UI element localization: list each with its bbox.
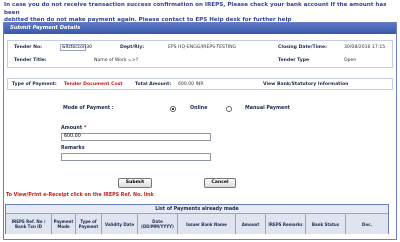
manual-payment-radio-label: Manual Payment	[245, 106, 290, 111]
cancel-button[interactable]: Cancel	[204, 178, 236, 188]
tender-type-label: Tender Type	[278, 58, 310, 63]
payments-table-title: List of Payments already made	[6, 205, 388, 214]
total-amount-label: Total Amount:	[135, 82, 172, 87]
tender-title-label: Tender Title:	[14, 58, 47, 63]
tender-title-value: Name of Work =>?	[94, 58, 139, 63]
amount-label-text: Amount	[61, 126, 83, 131]
total-amount-value: 600.00 INR	[178, 82, 204, 87]
closing-date-label: Closing Date/Time:	[278, 45, 327, 50]
column-header-amount: Amount	[236, 214, 266, 234]
notice-line-1: In case you do not receive transaction s…	[4, 2, 387, 16]
payments-table-header-row: IREPS Ref. No / Bank Txn ID Payment Mode…	[6, 214, 388, 234]
tender-type-value: Open	[344, 58, 357, 63]
tender-no-value: witsteccorr30	[60, 44, 92, 51]
column-header-date: Date (DD/MM/YYYY)	[138, 214, 178, 234]
mode-of-payment-label: Mode of Payment :	[63, 106, 114, 111]
amount-label: Amount *	[61, 126, 86, 132]
payment-type-value: Tender Document Cost	[64, 82, 123, 87]
amount-input[interactable]: 600.00	[61, 133, 211, 141]
submit-button[interactable]: Submit	[118, 178, 152, 188]
column-header-bank-status: Bank Status	[306, 214, 346, 234]
column-header-ireps-remarks: IREPS Remarks	[266, 214, 306, 234]
dept-label: Dept/Rly:	[120, 45, 145, 50]
panel-title: Submit Payment Details	[4, 23, 396, 34]
payments-table: List of Payments already made IREPS Ref.…	[5, 204, 389, 234]
payment-type-label: Type of Payment:	[12, 82, 57, 87]
online-radio-label: Online	[190, 106, 208, 111]
column-header-validity-date: Validity Date	[102, 214, 138, 234]
column-header-doc: Doc.	[346, 214, 388, 234]
payment-type-box: Type of Payment: Tender Document Cost To…	[7, 78, 393, 90]
tender-info-box: Tender No: witsteccorr30 Dept/Rly: EPS H…	[7, 40, 393, 68]
closing-date-value: 30/08/2016 17:15	[344, 45, 386, 50]
payment-form: Mode of Payment : Online Manual Payment …	[7, 96, 393, 192]
column-header-ref-no: IREPS Ref. No / Bank Txn ID	[6, 214, 52, 234]
dept-value: EPS HQ-ENGG/IREPS-TESTING	[168, 45, 237, 50]
column-header-payment-type: Type of Payment	[76, 214, 102, 234]
amount-required-marker: *	[83, 126, 87, 131]
column-header-issuer-bank: Issuer Bank Name	[178, 214, 236, 234]
receipt-instruction: To View/Print e-Receipt click on the IRE…	[6, 193, 154, 198]
remarks-input[interactable]	[61, 153, 211, 161]
bank-info-link[interactable]: View Bank/Statutory Information	[263, 82, 348, 88]
remarks-label: Remarks	[61, 146, 85, 151]
tender-no-label: Tender No:	[14, 45, 43, 50]
manual-payment-radio[interactable]	[226, 106, 232, 112]
column-header-payment-mode: Payment Mode	[52, 214, 76, 234]
online-radio[interactable]	[170, 106, 176, 112]
